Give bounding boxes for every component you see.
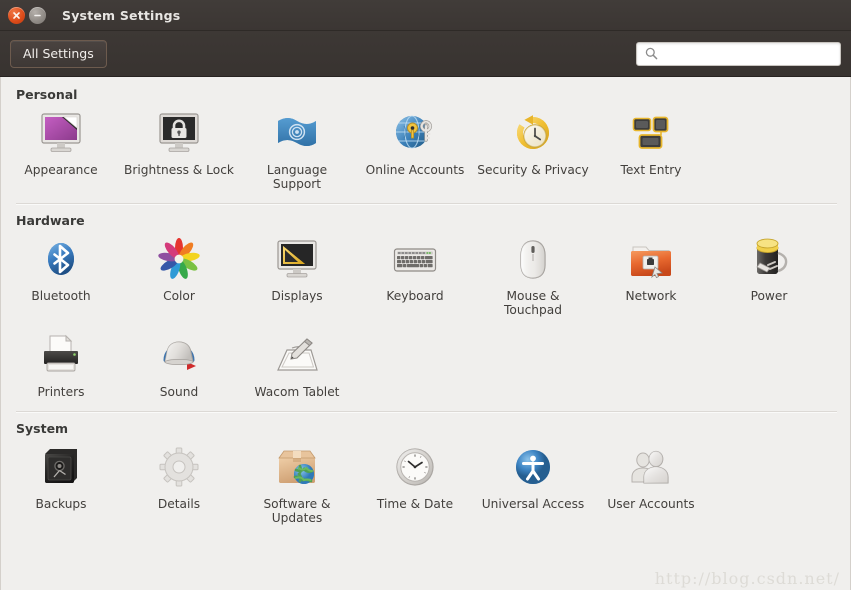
- settings-tile-network[interactable]: Network: [592, 230, 710, 325]
- settings-tile-label: Bluetooth: [31, 289, 91, 304]
- software-updates-icon: [273, 444, 321, 492]
- tile-grid-system: Backups Details Software & Updates Time …: [2, 438, 850, 537]
- settings-tile-printers[interactable]: Printers: [2, 326, 120, 407]
- settings-tile-time-date[interactable]: Time & Date: [356, 438, 474, 533]
- section-personal: Personal Appearance Brightness & Lock La…: [2, 77, 850, 203]
- settings-tile-details[interactable]: Details: [120, 438, 238, 533]
- sound-icon: [155, 332, 203, 380]
- settings-content: Personal Appearance Brightness & Lock La…: [0, 77, 851, 590]
- settings-tile-backups[interactable]: Backups: [2, 438, 120, 533]
- settings-tile-label: Sound: [159, 384, 199, 399]
- close-icon[interactable]: [8, 6, 25, 24]
- settings-tile-label: User Accounts: [607, 496, 695, 511]
- settings-tile-label: Software & Updates: [263, 496, 331, 525]
- tile-grid-hardware: Bluetooth Color Displays Keyboard Mouse …: [2, 230, 850, 410]
- settings-tile-label: Brightness & Lock: [124, 163, 234, 177]
- settings-tile-label: Backups: [35, 496, 87, 511]
- all-settings-button[interactable]: All Settings: [10, 39, 107, 68]
- settings-tile-label: Mouse & Touchpad: [504, 289, 562, 318]
- settings-tile-language-support[interactable]: Language Support: [238, 104, 356, 199]
- settings-tile-label: Power: [750, 289, 788, 304]
- search-box[interactable]: [636, 41, 841, 66]
- settings-tile-label: Universal Access: [481, 496, 585, 511]
- power-icon: [745, 236, 793, 284]
- settings-tile-label: Text Entry: [620, 163, 682, 177]
- settings-tile-software-updates[interactable]: Software & Updates: [238, 438, 356, 533]
- section-title-personal: Personal: [16, 87, 78, 102]
- settings-tile-online-accounts[interactable]: Online Accounts: [356, 104, 474, 199]
- wacom-tablet-icon: [273, 332, 321, 380]
- settings-tile-color[interactable]: Color: [120, 230, 238, 325]
- settings-tile-text-entry[interactable]: Text Entry: [592, 104, 710, 199]
- security-privacy-icon: [509, 110, 557, 158]
- section-title-hardware: Hardware: [16, 213, 85, 229]
- settings-tile-label: Network: [625, 289, 677, 304]
- settings-tile-sound[interactable]: Sound: [120, 326, 238, 407]
- brightness-lock-icon: [155, 110, 203, 158]
- settings-tile-keyboard[interactable]: Keyboard: [356, 230, 474, 325]
- watermark-text: http://blog.csdn.net/: [654, 569, 840, 588]
- online-accounts-icon: [391, 110, 439, 158]
- title-bar: System Settings: [0, 0, 851, 31]
- settings-tile-displays[interactable]: Displays: [238, 230, 356, 325]
- settings-tile-universal-access[interactable]: Universal Access: [474, 438, 592, 533]
- settings-tile-label: Displays: [271, 289, 323, 304]
- settings-tile-user-accounts[interactable]: User Accounts: [592, 438, 710, 533]
- settings-tile-security-privacy[interactable]: Security & Privacy: [474, 104, 592, 199]
- details-icon: [155, 444, 203, 492]
- color-icon: [155, 236, 203, 284]
- settings-tile-label: Color: [163, 289, 195, 304]
- search-input[interactable]: [663, 46, 834, 61]
- settings-tile-mouse-touchpad[interactable]: Mouse & Touchpad: [474, 230, 592, 325]
- universal-access-icon: [509, 444, 557, 492]
- all-settings-label: All Settings: [23, 46, 94, 61]
- language-support-icon: [273, 110, 321, 158]
- settings-tile-brightness-lock[interactable]: Brightness & Lock: [120, 104, 238, 199]
- settings-tile-label: Language Support: [266, 163, 328, 192]
- displays-icon: [273, 236, 321, 284]
- appearance-icon: [37, 110, 85, 158]
- settings-tile-label: Time & Date: [376, 496, 454, 511]
- text-entry-icon: [627, 110, 675, 158]
- settings-tile-bluetooth[interactable]: Bluetooth: [2, 230, 120, 325]
- settings-tile-label: Wacom Tablet: [254, 384, 340, 399]
- user-accounts-icon: [627, 444, 675, 492]
- search-icon: [645, 47, 658, 60]
- window-title: System Settings: [62, 7, 181, 23]
- settings-tile-label: Security & Privacy: [477, 163, 589, 177]
- time-date-icon: [391, 444, 439, 492]
- keyboard-icon: [391, 236, 439, 284]
- section-title-system: System: [16, 420, 69, 436]
- settings-tile-label: Appearance: [24, 163, 98, 177]
- mouse-touchpad-icon: [509, 236, 557, 284]
- system-settings-window: System Settings All Settings Personal Ap…: [0, 0, 851, 590]
- minimize-icon[interactable]: [29, 6, 46, 24]
- settings-tile-appearance[interactable]: Appearance: [2, 104, 120, 199]
- settings-tile-label: Printers: [37, 384, 85, 399]
- settings-tile-label: Keyboard: [386, 289, 444, 304]
- bluetooth-icon: [37, 236, 85, 284]
- printers-icon: [37, 332, 85, 380]
- settings-tile-label: Details: [157, 496, 201, 511]
- settings-tile-wacom-tablet[interactable]: Wacom Tablet: [238, 326, 356, 407]
- section-hardware: Hardware Bluetooth Color Displays Keyboa…: [2, 203, 850, 410]
- network-icon: [627, 236, 675, 284]
- section-system: System Backups Details Software & Update…: [2, 410, 850, 537]
- tile-grid-personal: Appearance Brightness & Lock Language Su…: [2, 104, 850, 203]
- settings-tile-power[interactable]: Power: [710, 230, 828, 325]
- backups-icon: [37, 444, 85, 492]
- toolbar: All Settings: [0, 31, 851, 77]
- settings-tile-label: Online Accounts: [365, 163, 465, 177]
